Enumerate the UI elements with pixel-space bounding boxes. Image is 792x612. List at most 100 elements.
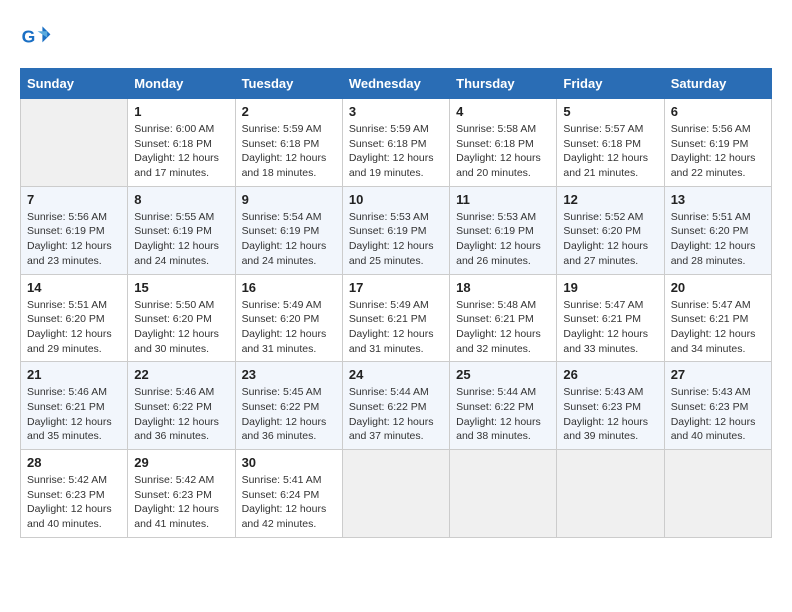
day-info: Sunrise: 5:53 AMSunset: 6:19 PMDaylight:… <box>456 210 550 269</box>
day-number: 17 <box>349 280 443 295</box>
day-info: Sunrise: 5:53 AMSunset: 6:19 PMDaylight:… <box>349 210 443 269</box>
day-number: 27 <box>671 367 765 382</box>
day-info: Sunrise: 5:49 AMSunset: 6:21 PMDaylight:… <box>349 298 443 357</box>
column-header-tuesday: Tuesday <box>235 69 342 99</box>
day-cell: 10 Sunrise: 5:53 AMSunset: 6:19 PMDayligh… <box>342 186 449 274</box>
day-info: Sunrise: 5:49 AMSunset: 6:20 PMDaylight:… <box>242 298 336 357</box>
day-info: Sunrise: 5:59 AMSunset: 6:18 PMDaylight:… <box>349 122 443 181</box>
column-header-wednesday: Wednesday <box>342 69 449 99</box>
day-number: 6 <box>671 104 765 119</box>
day-cell <box>450 450 557 538</box>
day-cell: 13 Sunrise: 5:51 AMSunset: 6:20 PMDayligh… <box>664 186 771 274</box>
day-cell: 1 Sunrise: 6:00 AMSunset: 6:18 PMDaylight… <box>128 99 235 187</box>
day-info: Sunrise: 5:47 AMSunset: 6:21 PMDaylight:… <box>671 298 765 357</box>
day-info: Sunrise: 5:44 AMSunset: 6:22 PMDaylight:… <box>349 385 443 444</box>
day-number: 15 <box>134 280 228 295</box>
day-cell: 22 Sunrise: 5:46 AMSunset: 6:22 PMDayligh… <box>128 362 235 450</box>
day-cell: 26Sunrise: 5:43 AMSunset: 6:23 PMDayligh… <box>557 362 664 450</box>
day-cell: 5 Sunrise: 5:57 AMSunset: 6:18 PMDaylight… <box>557 99 664 187</box>
day-info: Sunrise: 5:56 AMSunset: 6:19 PMDaylight:… <box>671 122 765 181</box>
week-row-3: 14 Sunrise: 5:51 AMSunset: 6:20 PMDayligh… <box>21 274 772 362</box>
day-cell: 19Sunrise: 5:47 AMSunset: 6:21 PMDayligh… <box>557 274 664 362</box>
day-info: Sunrise: 5:42 AMSunset: 6:23 PMDaylight:… <box>27 473 121 532</box>
day-info: Sunrise: 5:45 AMSunset: 6:22 PMDaylight:… <box>242 385 336 444</box>
day-cell: 18 Sunrise: 5:48 AMSunset: 6:21 PMDayligh… <box>450 274 557 362</box>
column-header-sunday: Sunday <box>21 69 128 99</box>
day-info: Sunrise: 5:43 AMSunset: 6:23 PMDaylight:… <box>671 385 765 444</box>
day-cell <box>21 99 128 187</box>
day-number: 20 <box>671 280 765 295</box>
day-info: Sunrise: 5:59 AMSunset: 6:18 PMDaylight:… <box>242 122 336 181</box>
column-header-saturday: Saturday <box>664 69 771 99</box>
column-header-friday: Friday <box>557 69 664 99</box>
day-cell: 15 Sunrise: 5:50 AMSunset: 6:20 PMDayligh… <box>128 274 235 362</box>
day-number: 11 <box>456 192 550 207</box>
day-number: 25 <box>456 367 550 382</box>
day-info: Sunrise: 5:44 AMSunset: 6:22 PMDaylight:… <box>456 385 550 444</box>
page-header: G <box>20 20 772 52</box>
day-info: Sunrise: 5:54 AMSunset: 6:19 PMDaylight:… <box>242 210 336 269</box>
day-info: Sunrise: 6:00 AMSunset: 6:18 PMDaylight:… <box>134 122 228 181</box>
day-cell: 14 Sunrise: 5:51 AMSunset: 6:20 PMDayligh… <box>21 274 128 362</box>
day-info: Sunrise: 5:48 AMSunset: 6:21 PMDaylight:… <box>456 298 550 357</box>
day-number: 29 <box>134 455 228 470</box>
day-info: Sunrise: 5:52 AMSunset: 6:20 PMDaylight:… <box>563 210 657 269</box>
calendar-header-row: SundayMondayTuesdayWednesdayThursdayFrid… <box>21 69 772 99</box>
day-info: Sunrise: 5:46 AMSunset: 6:21 PMDaylight:… <box>27 385 121 444</box>
day-number: 5 <box>563 104 657 119</box>
day-info: Sunrise: 5:43 AMSunset: 6:23 PMDaylight:… <box>563 385 657 444</box>
day-number: 23 <box>242 367 336 382</box>
day-info: Sunrise: 5:41 AMSunset: 6:24 PMDaylight:… <box>242 473 336 532</box>
day-cell: 27 Sunrise: 5:43 AMSunset: 6:23 PMDayligh… <box>664 362 771 450</box>
day-cell: 6 Sunrise: 5:56 AMSunset: 6:19 PMDaylight… <box>664 99 771 187</box>
day-number: 24 <box>349 367 443 382</box>
day-number: 30 <box>242 455 336 470</box>
day-number: 14 <box>27 280 121 295</box>
day-info: Sunrise: 5:56 AMSunset: 6:19 PMDaylight:… <box>27 210 121 269</box>
day-cell: 25 Sunrise: 5:44 AMSunset: 6:22 PMDayligh… <box>450 362 557 450</box>
day-cell: 11 Sunrise: 5:53 AMSunset: 6:19 PMDayligh… <box>450 186 557 274</box>
day-number: 7 <box>27 192 121 207</box>
day-number: 10 <box>349 192 443 207</box>
day-cell: 8Sunrise: 5:55 AMSunset: 6:19 PMDaylight… <box>128 186 235 274</box>
day-info: Sunrise: 5:51 AMSunset: 6:20 PMDaylight:… <box>27 298 121 357</box>
day-cell: 2Sunrise: 5:59 AMSunset: 6:18 PMDaylight… <box>235 99 342 187</box>
day-number: 13 <box>671 192 765 207</box>
week-row-5: 28Sunrise: 5:42 AMSunset: 6:23 PMDayligh… <box>21 450 772 538</box>
day-number: 16 <box>242 280 336 295</box>
column-header-monday: Monday <box>128 69 235 99</box>
day-cell: 23 Sunrise: 5:45 AMSunset: 6:22 PMDayligh… <box>235 362 342 450</box>
day-info: Sunrise: 5:51 AMSunset: 6:20 PMDaylight:… <box>671 210 765 269</box>
logo-icon: G <box>20 20 52 52</box>
day-info: Sunrise: 5:46 AMSunset: 6:22 PMDaylight:… <box>134 385 228 444</box>
day-number: 12 <box>563 192 657 207</box>
day-number: 22 <box>134 367 228 382</box>
day-cell: 21Sunrise: 5:46 AMSunset: 6:21 PMDayligh… <box>21 362 128 450</box>
day-info: Sunrise: 5:57 AMSunset: 6:18 PMDaylight:… <box>563 122 657 181</box>
day-info: Sunrise: 5:58 AMSunset: 6:18 PMDaylight:… <box>456 122 550 181</box>
day-info: Sunrise: 5:47 AMSunset: 6:21 PMDaylight:… <box>563 298 657 357</box>
day-cell: 3 Sunrise: 5:59 AMSunset: 6:18 PMDaylight… <box>342 99 449 187</box>
day-cell: 12 Sunrise: 5:52 AMSunset: 6:20 PMDayligh… <box>557 186 664 274</box>
day-cell: 24 Sunrise: 5:44 AMSunset: 6:22 PMDayligh… <box>342 362 449 450</box>
day-number: 1 <box>134 104 228 119</box>
week-row-1: 1 Sunrise: 6:00 AMSunset: 6:18 PMDaylight… <box>21 99 772 187</box>
day-number: 3 <box>349 104 443 119</box>
day-number: 18 <box>456 280 550 295</box>
day-number: 8 <box>134 192 228 207</box>
week-row-2: 7 Sunrise: 5:56 AMSunset: 6:19 PMDaylight… <box>21 186 772 274</box>
day-number: 4 <box>456 104 550 119</box>
day-cell: 7 Sunrise: 5:56 AMSunset: 6:19 PMDaylight… <box>21 186 128 274</box>
day-cell: 17 Sunrise: 5:49 AMSunset: 6:21 PMDayligh… <box>342 274 449 362</box>
logo: G <box>20 20 56 52</box>
day-cell: 9Sunrise: 5:54 AMSunset: 6:19 PMDaylight… <box>235 186 342 274</box>
week-row-4: 21Sunrise: 5:46 AMSunset: 6:21 PMDayligh… <box>21 362 772 450</box>
day-cell: 4 Sunrise: 5:58 AMSunset: 6:18 PMDaylight… <box>450 99 557 187</box>
day-cell <box>664 450 771 538</box>
day-cell: 20 Sunrise: 5:47 AMSunset: 6:21 PMDayligh… <box>664 274 771 362</box>
column-header-thursday: Thursday <box>450 69 557 99</box>
day-cell <box>557 450 664 538</box>
calendar-table: SundayMondayTuesdayWednesdayThursdayFrid… <box>20 68 772 538</box>
day-info: Sunrise: 5:42 AMSunset: 6:23 PMDaylight:… <box>134 473 228 532</box>
day-info: Sunrise: 5:50 AMSunset: 6:20 PMDaylight:… <box>134 298 228 357</box>
